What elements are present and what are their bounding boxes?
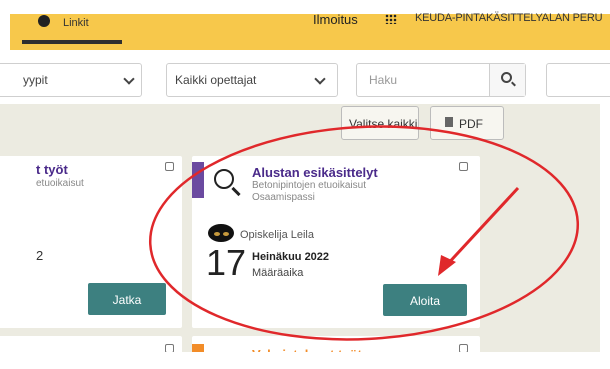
- start-button[interactable]: Aloita: [383, 284, 467, 316]
- card-checkbox[interactable]: [459, 162, 468, 171]
- type-filter-select[interactable]: yypit: [0, 63, 142, 97]
- pdf-label: PDF: [459, 117, 483, 131]
- nav-organization[interactable]: KEUDA-PINTAKÄSITTELYALAN PERU: [415, 12, 603, 24]
- teacher-filter-value: Kaikki opettajat: [175, 73, 257, 87]
- globe-icon: [38, 15, 50, 27]
- deadline-month: Heinäkuu 2022: [252, 251, 330, 263]
- card-date-fragment: 2: [36, 248, 44, 263]
- card-title[interactable]: Alustan esikäsittelyt: [252, 165, 378, 180]
- search-button[interactable]: [489, 64, 525, 96]
- deadline-label: Määräaika: [252, 267, 304, 279]
- file-icon: [445, 117, 453, 127]
- card-subtitle: etuoikaisut: [36, 178, 84, 189]
- search-placeholder: Haku: [369, 73, 398, 87]
- search-icon: [214, 169, 234, 189]
- start-label: Aloita: [409, 294, 441, 308]
- select-all-button[interactable]: Valitse kaikki: [341, 106, 419, 140]
- continue-button[interactable]: Jatka: [88, 283, 166, 315]
- continue-label: Jatka: [112, 293, 142, 307]
- card-accent-bar: [192, 162, 204, 198]
- app-window: Linkit Ilmoitus KEUDA-PINTAKÄSITTELYALAN…: [0, 0, 610, 369]
- card-checkbox[interactable]: [165, 162, 174, 171]
- card-title: t työt: [36, 162, 68, 177]
- chevron-down-icon: [314, 73, 326, 85]
- student-name: Opiskelija Leila: [240, 229, 314, 241]
- teacher-filter-select[interactable]: Kaikki opettajat: [166, 63, 338, 97]
- type-filter-value: yypit: [23, 73, 48, 87]
- select-all-label: Valitse kaikki: [349, 117, 418, 131]
- chevron-down-icon: [123, 73, 135, 85]
- search-icon: [501, 72, 512, 83]
- pdf-button[interactable]: PDF: [430, 106, 504, 140]
- apps-grid-icon[interactable]: [385, 14, 397, 24]
- page-bottom-edge: [0, 352, 610, 369]
- nav-ilmoitus[interactable]: Ilmoitus: [313, 12, 358, 27]
- tab-linkit-label: Linkit: [63, 17, 89, 29]
- search-input[interactable]: Haku: [356, 63, 526, 97]
- deadline-day: 17: [206, 242, 247, 283]
- card-subtitle: Betonipintojen etuoikaisut: [252, 180, 366, 191]
- extra-filter-field[interactable]: [546, 63, 610, 97]
- avatar: [208, 224, 234, 242]
- task-card-left[interactable]: t työt etuoikaisut 2 Jatka: [0, 156, 182, 328]
- card-passport: Osaamispassi: [252, 192, 315, 203]
